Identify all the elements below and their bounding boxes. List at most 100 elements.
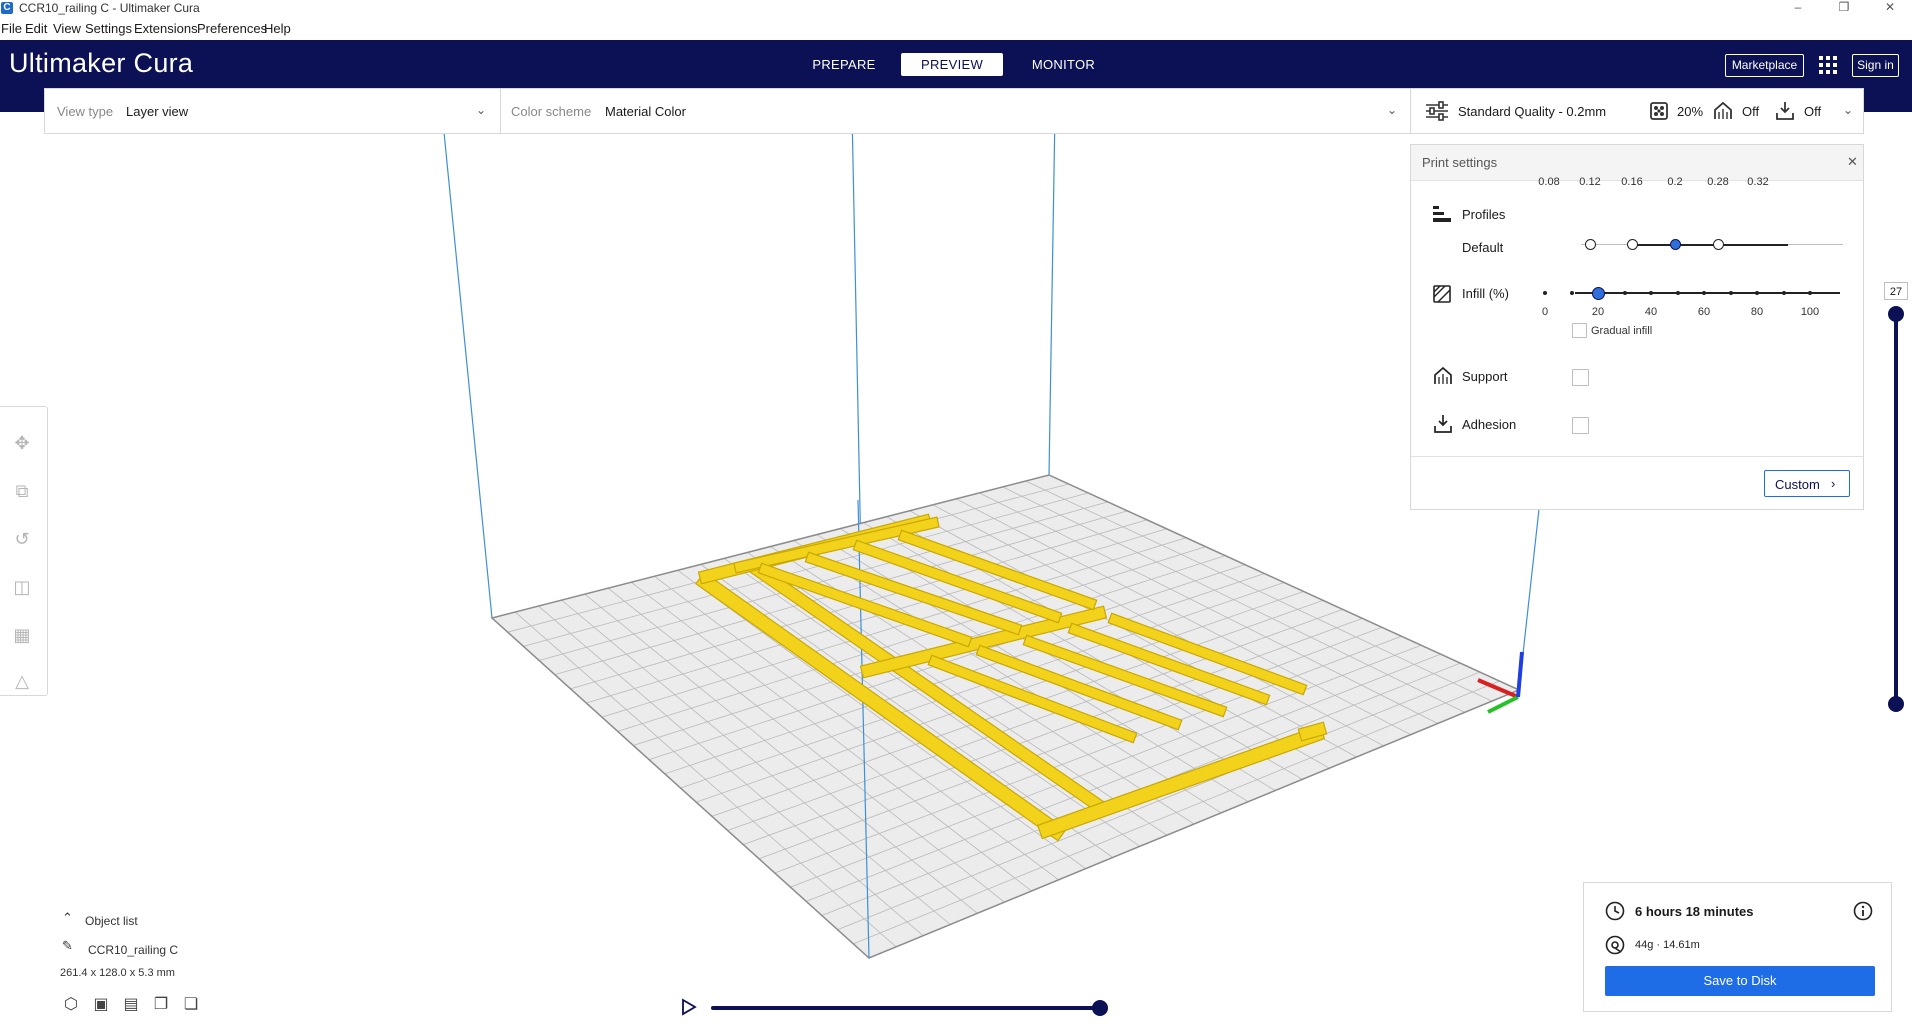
- support-checkbox[interactable]: [1572, 369, 1589, 386]
- mirror-icon[interactable]: ◫: [10, 575, 34, 599]
- menu-bar: File Edit View Settings Extensions Prefe…: [0, 17, 1912, 40]
- infill-slider-track[interactable]: [1575, 292, 1840, 294]
- profile-slider-knob[interactable]: [1627, 239, 1638, 250]
- menu-extensions[interactable]: Extensions: [134, 21, 198, 36]
- infill-tick-label: 100: [1800, 306, 1820, 318]
- simulation-slider-handle[interactable]: [1092, 1000, 1108, 1016]
- profile-tick-label: 0.16: [1621, 176, 1643, 188]
- infill-icon: [1650, 102, 1668, 120]
- profile-slider-knob[interactable]: [1585, 239, 1596, 250]
- close-icon[interactable]: ✕: [1868, 0, 1912, 17]
- print-settings-panel: Print settings ✕ Profiles Default Infill…: [1410, 144, 1864, 510]
- profile-tick-label: 0.32: [1747, 176, 1769, 188]
- adhesion-label: Adhesion: [1462, 417, 1517, 432]
- close-icon[interactable]: ✕: [1847, 154, 1858, 170]
- layer-number-box[interactable]: 27: [1884, 282, 1908, 300]
- profile-tick-label: 0.12: [1579, 176, 1601, 188]
- chevron-down-icon[interactable]: ⌄: [1387, 103, 1397, 117]
- infill-tick-label: 40: [1644, 306, 1658, 318]
- profile-slider-range: [1633, 244, 1788, 246]
- profile-slider-knob[interactable]: [1713, 239, 1724, 250]
- layer-slider-track[interactable]: [1894, 312, 1898, 706]
- profile-tick-label: 0.08: [1538, 176, 1560, 188]
- pencil-icon: ✎: [62, 938, 73, 953]
- menu-edit[interactable]: Edit: [25, 21, 47, 36]
- infill-step-dot: [1808, 291, 1812, 295]
- 3d-view-icon[interactable]: ⬡: [62, 996, 80, 1014]
- per-model-settings-icon[interactable]: ▦: [10, 623, 34, 647]
- sign-in-button[interactable]: Sign in: [1852, 54, 1899, 77]
- object-name[interactable]: CCR10_railing C: [88, 943, 178, 957]
- support-blocker-icon[interactable]: △: [10, 669, 34, 693]
- maximize-icon[interactable]: ❐: [1822, 0, 1866, 17]
- info-icon[interactable]: [1853, 901, 1873, 921]
- scale-icon[interactable]: ⧉: [10, 479, 34, 503]
- window-title-bar: C CCR10_railing C - Ultimaker Cura – ❐ ✕: [0, 0, 1912, 17]
- stage-preview[interactable]: PREVIEW: [901, 53, 1003, 76]
- profile-slider-knob[interactable]: [1670, 239, 1681, 250]
- adhesion-value[interactable]: Off: [1804, 104, 1821, 119]
- divider: [500, 89, 501, 133]
- gradual-infill-label: Gradual infill: [1591, 325, 1653, 337]
- gradual-infill-checkbox[interactable]: [1572, 323, 1587, 338]
- tool-panel: ✥ ⧉ ↺ ◫ ▦ △: [0, 406, 48, 696]
- view-type-label: View type: [57, 104, 114, 119]
- adhesion-checkbox[interactable]: [1572, 417, 1589, 434]
- quality-profile-value[interactable]: Standard Quality - 0.2mm: [1458, 104, 1606, 119]
- color-scheme-select[interactable]: Material Color: [605, 104, 686, 119]
- right-view-icon[interactable]: ❏: [182, 996, 200, 1014]
- infill-step-dot: [1622, 291, 1627, 295]
- stage-prepare[interactable]: PREPARE: [808, 53, 880, 76]
- custom-button[interactable]: Custom ›: [1764, 470, 1850, 497]
- menu-view[interactable]: View: [53, 21, 81, 36]
- infill-value[interactable]: 20%: [1677, 104, 1703, 119]
- sliders-icon: [1425, 101, 1449, 121]
- infill-tick-label: 0: [1541, 306, 1549, 318]
- top-view-icon[interactable]: ▤: [122, 996, 140, 1014]
- panel-title: Print settings: [1422, 155, 1498, 170]
- color-scheme-label: Color scheme: [511, 104, 592, 119]
- minimize-icon[interactable]: –: [1776, 0, 1820, 17]
- stage-monitor[interactable]: MONITOR: [1026, 53, 1101, 76]
- infill-step-dot: [1728, 291, 1733, 295]
- layer-slider-bottom-handle[interactable]: [1888, 696, 1904, 712]
- clock-icon: [1605, 901, 1625, 921]
- object-dimensions: 261.4 x 128.0 x 5.3 mm: [60, 967, 175, 979]
- infill-slider-knob[interactable]: [1592, 287, 1605, 300]
- support-icon: [1713, 101, 1733, 121]
- divider: [1410, 89, 1411, 133]
- menu-help[interactable]: Help: [264, 21, 291, 36]
- rotate-icon[interactable]: ↺: [10, 527, 34, 551]
- infill-label: Infill (%): [1462, 286, 1509, 301]
- view-type-select[interactable]: Layer view: [126, 104, 188, 119]
- move-icon[interactable]: ✥: [10, 431, 34, 455]
- adhesion-icon: [1775, 101, 1795, 121]
- infill-step-dot: [1755, 291, 1759, 295]
- menu-file[interactable]: File: [1, 21, 22, 36]
- material-usage: 44g · 14.61m: [1635, 939, 1700, 951]
- chevron-down-icon[interactable]: ⌄: [476, 103, 486, 117]
- apps-grid-icon[interactable]: [1818, 55, 1838, 75]
- menu-settings[interactable]: Settings: [85, 21, 132, 36]
- chevron-up-icon[interactable]: ⌃: [62, 910, 73, 926]
- profiles-default-label: Default: [1462, 240, 1504, 255]
- play-icon[interactable]: [681, 998, 697, 1016]
- left-view-icon[interactable]: ❐: [152, 996, 170, 1014]
- infill-step-dot: [1781, 291, 1786, 295]
- simulation-slider-track[interactable]: [711, 1006, 1100, 1010]
- infill-step-dot: [1543, 291, 1547, 295]
- window-title: CCR10_railing C - Ultimaker Cura: [19, 1, 200, 15]
- view-options-bar: View type Layer view ⌄ Color scheme Mate…: [44, 88, 1864, 134]
- infill-step-dot: [1675, 291, 1680, 295]
- menu-preferences[interactable]: Preferences: [197, 21, 267, 36]
- infill-icon: [1433, 285, 1451, 303]
- infill-step-dot: [1702, 291, 1706, 295]
- front-view-icon[interactable]: ▣: [92, 996, 110, 1014]
- layer-slider-top-handle[interactable]: [1888, 306, 1904, 322]
- save-to-disk-button[interactable]: Save to Disk: [1605, 966, 1875, 996]
- support-value[interactable]: Off: [1742, 104, 1759, 119]
- marketplace-button[interactable]: Marketplace: [1725, 54, 1804, 77]
- chevron-down-icon[interactable]: ⌄: [1843, 103, 1853, 117]
- object-list-header[interactable]: Object list: [85, 914, 138, 928]
- infill-step-dot: [1649, 291, 1653, 295]
